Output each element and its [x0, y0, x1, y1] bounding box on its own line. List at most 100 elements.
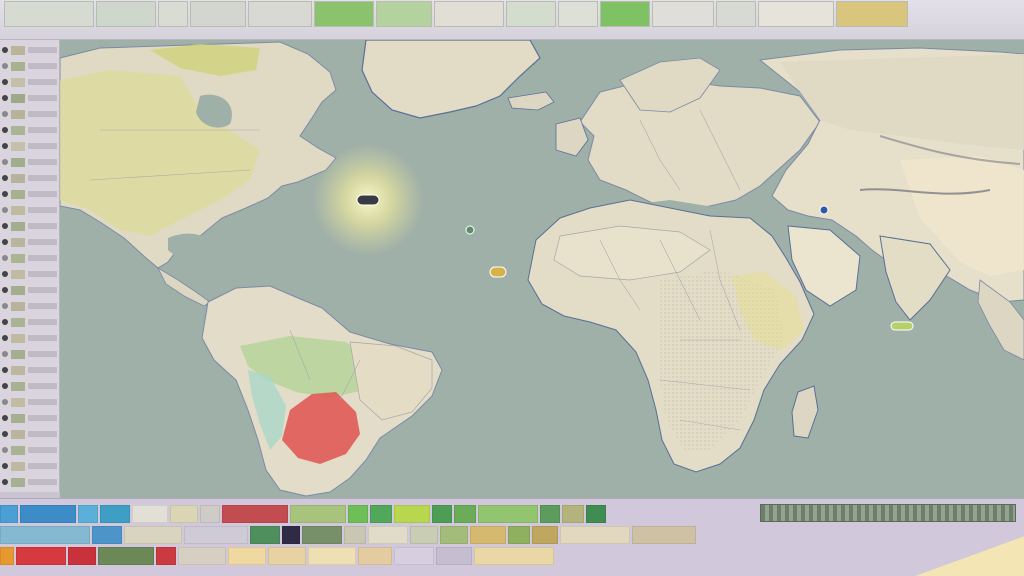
- legend-row-1-swatch[interactable]: [170, 505, 198, 523]
- legend-row-3-swatch[interactable]: [394, 547, 434, 565]
- layer-visibility-icon[interactable]: [2, 175, 8, 181]
- legend-row-3-swatch[interactable]: [474, 547, 554, 565]
- layer-row[interactable]: [2, 396, 57, 408]
- layer-row[interactable]: [2, 156, 57, 168]
- layer-row[interactable]: [2, 44, 57, 56]
- legend-row-3-swatch[interactable]: [98, 547, 154, 565]
- layer-row[interactable]: [2, 364, 57, 376]
- layer-visibility-icon[interactable]: [2, 415, 8, 421]
- world-map[interactable]: [60, 40, 1024, 498]
- layer-visibility-icon[interactable]: [2, 447, 8, 453]
- legend-row-1-swatch[interactable]: [432, 505, 452, 523]
- layer-row[interactable]: [2, 332, 57, 344]
- layer-row[interactable]: [2, 60, 57, 72]
- west-africa-marker[interactable]: [489, 266, 507, 278]
- toolbar-tool-2-button[interactable]: [96, 1, 156, 27]
- layer-visibility-icon[interactable]: [2, 351, 8, 357]
- layer-visibility-icon[interactable]: [2, 143, 8, 149]
- legend-row-3-swatch[interactable]: [228, 547, 266, 565]
- legend-row-1-swatch[interactable]: [394, 505, 430, 523]
- layer-visibility-icon[interactable]: [2, 383, 8, 389]
- layer-row[interactable]: [2, 300, 57, 312]
- legend-row-1-swatch[interactable]: [200, 505, 220, 523]
- legend-row-2-swatch[interactable]: [560, 526, 630, 544]
- legend-row-1-swatch[interactable]: [562, 505, 584, 523]
- layer-visibility-icon[interactable]: [2, 431, 8, 437]
- layer-visibility-icon[interactable]: [2, 111, 8, 117]
- layer-visibility-icon[interactable]: [2, 127, 8, 133]
- toolbar-tool-4-button[interactable]: [190, 1, 246, 27]
- layer-visibility-icon[interactable]: [2, 303, 8, 309]
- layer-row[interactable]: [2, 76, 57, 88]
- layer-visibility-icon[interactable]: [2, 191, 8, 197]
- legend-row-2-swatch[interactable]: [282, 526, 300, 544]
- toolbar-tool-13-button[interactable]: [716, 1, 756, 27]
- layer-row[interactable]: [2, 252, 57, 264]
- legend-row-2-swatch[interactable]: [344, 526, 366, 544]
- layer-visibility-icon[interactable]: [2, 367, 8, 373]
- toolbar-tool-5-button[interactable]: [248, 1, 312, 27]
- layer-visibility-icon[interactable]: [2, 479, 8, 485]
- layer-row[interactable]: [2, 92, 57, 104]
- legend-row-2-swatch[interactable]: [532, 526, 558, 544]
- layer-row[interactable]: [2, 236, 57, 248]
- legend-row-3-swatch[interactable]: [68, 547, 96, 565]
- legend-row-1-swatch[interactable]: [222, 505, 288, 523]
- layer-row[interactable]: [2, 316, 57, 328]
- layer-visibility-icon[interactable]: [2, 399, 8, 405]
- layer-visibility-icon[interactable]: [2, 63, 8, 69]
- legend-row-2-swatch[interactable]: [410, 526, 438, 544]
- layer-visibility-icon[interactable]: [2, 255, 8, 261]
- layer-row[interactable]: [2, 140, 57, 152]
- layer-row[interactable]: [2, 380, 57, 392]
- layer-visibility-icon[interactable]: [2, 223, 8, 229]
- legend-row-2-swatch[interactable]: [124, 526, 182, 544]
- legend-row-1-swatch[interactable]: [586, 505, 606, 523]
- layer-row[interactable]: [2, 108, 57, 120]
- legend-row-3-swatch[interactable]: [358, 547, 392, 565]
- legend-row-1-swatch[interactable]: [290, 505, 346, 523]
- layer-row[interactable]: [2, 268, 57, 280]
- legend-row-1-swatch[interactable]: [348, 505, 368, 523]
- toolbar-tool-1-button[interactable]: [4, 1, 94, 27]
- legend-row-1-swatch[interactable]: [370, 505, 392, 523]
- legend-row-1-swatch[interactable]: [540, 505, 560, 523]
- legend-row-1-swatch[interactable]: [478, 505, 538, 523]
- legend-row-2-swatch[interactable]: [302, 526, 342, 544]
- toolbar-tool-14-button[interactable]: [758, 1, 834, 27]
- legend-row-3-swatch[interactable]: [308, 547, 356, 565]
- layer-row[interactable]: [2, 284, 57, 296]
- toolbar-tool-3-button[interactable]: [158, 1, 188, 27]
- middle-east-marker[interactable]: [819, 205, 829, 215]
- legend-row-1-swatch[interactable]: [78, 505, 98, 523]
- legend-row-3-swatch[interactable]: [156, 547, 176, 565]
- layer-visibility-icon[interactable]: [2, 271, 8, 277]
- arabian-sea-marker[interactable]: [890, 321, 914, 331]
- layer-row[interactable]: [2, 460, 57, 472]
- legend-row-1-swatch[interactable]: [20, 505, 76, 523]
- legend-row-3-swatch[interactable]: [16, 547, 66, 565]
- layer-visibility-icon[interactable]: [2, 47, 8, 53]
- legend-row-2-swatch[interactable]: [250, 526, 280, 544]
- toolbar-tool-8-button[interactable]: [434, 1, 504, 27]
- legend-row-2-swatch[interactable]: [368, 526, 408, 544]
- layer-visibility-icon[interactable]: [2, 207, 8, 213]
- layer-visibility-icon[interactable]: [2, 239, 8, 245]
- layer-row[interactable]: [2, 220, 57, 232]
- layer-row[interactable]: [2, 348, 57, 360]
- layer-row[interactable]: [2, 428, 57, 440]
- legend-row-3-swatch[interactable]: [436, 547, 472, 565]
- layer-visibility-icon[interactable]: [2, 159, 8, 165]
- map-viewport[interactable]: [60, 40, 1024, 498]
- layer-visibility-icon[interactable]: [2, 79, 8, 85]
- mid-atlantic-marker[interactable]: [465, 225, 475, 235]
- atlantic-ship-marker[interactable]: [356, 194, 380, 206]
- legend-row-1-swatch[interactable]: [0, 505, 18, 523]
- toolbar-tool-9-button[interactable]: [506, 1, 556, 27]
- legend-row-2-swatch[interactable]: [470, 526, 506, 544]
- legend-row-2-swatch[interactable]: [184, 526, 248, 544]
- legend-row-1-swatch[interactable]: [132, 505, 168, 523]
- legend-row-3-swatch[interactable]: [0, 547, 14, 565]
- toolbar-tool-6-button[interactable]: [314, 1, 374, 27]
- legend-row-2-swatch[interactable]: [508, 526, 530, 544]
